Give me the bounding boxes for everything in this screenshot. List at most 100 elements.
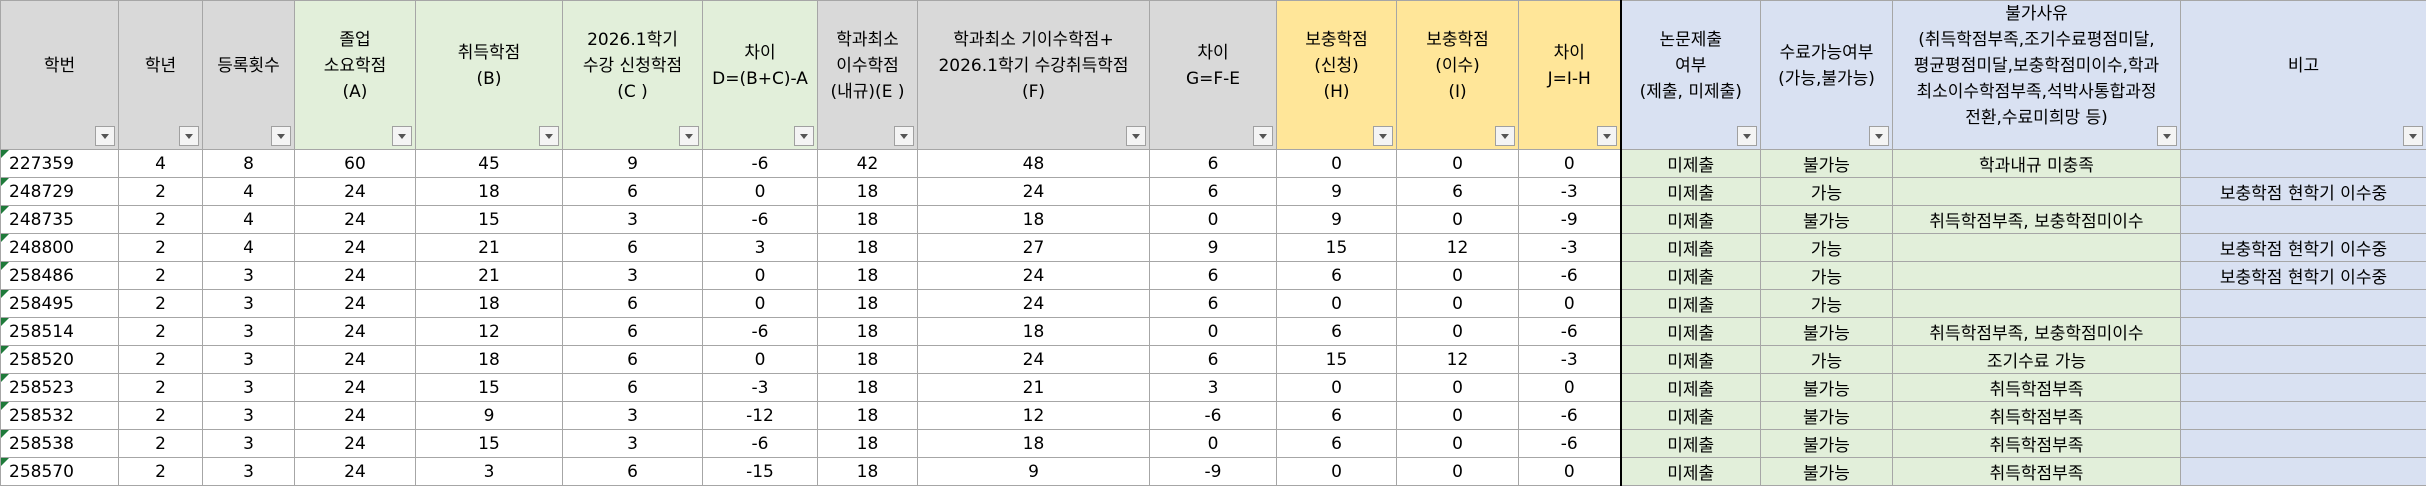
filter-dropdown-icon[interactable]: [1737, 126, 1757, 146]
cell-registration-count[interactable]: 3: [202, 345, 295, 374]
cell-thesis-submitted[interactable]: 미제출: [1619, 373, 1761, 402]
cell-diff-j[interactable]: 0: [1518, 149, 1621, 178]
filter-dropdown-icon[interactable]: [179, 126, 199, 146]
cell-thesis-submitted[interactable]: 미제출: [1619, 317, 1761, 346]
cell-thesis-submitted[interactable]: 미제출: [1619, 261, 1761, 290]
cell-diff-g[interactable]: -6: [1149, 401, 1277, 430]
cell-required-credits[interactable]: 24: [294, 177, 416, 206]
cell-ineligible-reason[interactable]: [1892, 289, 2181, 318]
filter-dropdown-icon[interactable]: [1495, 126, 1515, 146]
cell-supplement-completed[interactable]: 0: [1396, 401, 1519, 430]
cell-diff-d[interactable]: -15: [702, 457, 818, 486]
cell-required-credits[interactable]: 24: [294, 457, 416, 486]
cell-enrolled-credits[interactable]: 3: [562, 429, 703, 458]
cell-year[interactable]: 2: [118, 261, 203, 290]
cell-diff-d[interactable]: 3: [702, 233, 818, 262]
cell-required-credits[interactable]: 24: [294, 373, 416, 402]
cell-ineligible-reason[interactable]: 조기수료 가능: [1892, 345, 2181, 374]
cell-diff-g[interactable]: 9: [1149, 233, 1277, 262]
cell-dept-earned-credits[interactable]: 21: [917, 373, 1150, 402]
cell-remarks[interactable]: [2180, 345, 2426, 374]
filter-dropdown-icon[interactable]: [1126, 126, 1146, 146]
cell-dept-min-credits[interactable]: 18: [817, 177, 918, 206]
cell-diff-d[interactable]: -6: [702, 205, 818, 234]
cell-enrolled-credits[interactable]: 6: [562, 373, 703, 402]
cell-diff-g[interactable]: 0: [1149, 317, 1277, 346]
cell-thesis-submitted[interactable]: 미제출: [1619, 177, 1761, 206]
cell-year[interactable]: 2: [118, 177, 203, 206]
cell-diff-j[interactable]: 0: [1518, 373, 1621, 402]
cell-thesis-submitted[interactable]: 미제출: [1619, 233, 1761, 262]
filter-dropdown-icon[interactable]: [794, 126, 814, 146]
header-remarks[interactable]: 비고: [2180, 0, 2426, 150]
cell-completion-eligible[interactable]: 불가능: [1760, 373, 1893, 402]
cell-diff-j[interactable]: -6: [1518, 317, 1621, 346]
cell-dept-min-credits[interactable]: 18: [817, 261, 918, 290]
cell-supplement-applied[interactable]: 6: [1276, 429, 1397, 458]
cell-diff-d[interactable]: 0: [702, 261, 818, 290]
cell-thesis-submitted[interactable]: 미제출: [1619, 457, 1761, 486]
cell-thesis-submitted[interactable]: 미제출: [1619, 429, 1761, 458]
cell-registration-count[interactable]: 8: [202, 149, 295, 178]
cell-registration-count[interactable]: 3: [202, 457, 295, 486]
header-registration-count[interactable]: 등록횟수: [202, 0, 295, 150]
filter-dropdown-icon[interactable]: [271, 126, 291, 146]
cell-diff-g[interactable]: 6: [1149, 345, 1277, 374]
header-required-credits[interactable]: 졸업 소요학점 (A): [294, 0, 416, 150]
cell-thesis-submitted[interactable]: 미제출: [1619, 205, 1761, 234]
cell-diff-j[interactable]: -3: [1518, 233, 1621, 262]
cell-dept-earned-credits[interactable]: 27: [917, 233, 1150, 262]
cell-enrolled-credits[interactable]: 6: [562, 177, 703, 206]
cell-supplement-applied[interactable]: 6: [1276, 261, 1397, 290]
filter-dropdown-icon[interactable]: [539, 126, 559, 146]
cell-diff-g[interactable]: 6: [1149, 149, 1277, 178]
cell-diff-g[interactable]: 0: [1149, 205, 1277, 234]
cell-registration-count[interactable]: 3: [202, 289, 295, 318]
cell-completion-eligible[interactable]: 가능: [1760, 345, 1893, 374]
cell-dept-min-credits[interactable]: 18: [817, 373, 918, 402]
cell-diff-g[interactable]: 6: [1149, 261, 1277, 290]
cell-supplement-completed[interactable]: 0: [1396, 373, 1519, 402]
cell-completion-eligible[interactable]: 불가능: [1760, 429, 1893, 458]
cell-supplement-completed[interactable]: 12: [1396, 345, 1519, 374]
cell-completion-eligible[interactable]: 불가능: [1760, 457, 1893, 486]
header-dept-min-credits[interactable]: 학과최소 이수학점 (내규)(E ): [817, 0, 918, 150]
cell-thesis-submitted[interactable]: 미제출: [1619, 289, 1761, 318]
cell-thesis-submitted[interactable]: 미제출: [1619, 401, 1761, 430]
header-earned-credits[interactable]: 취득학점 (B): [415, 0, 563, 150]
filter-dropdown-icon[interactable]: [2403, 126, 2423, 146]
cell-diff-g[interactable]: 6: [1149, 177, 1277, 206]
cell-diff-d[interactable]: 0: [702, 177, 818, 206]
cell-earned-credits[interactable]: 45: [415, 149, 563, 178]
cell-earned-credits[interactable]: 18: [415, 345, 563, 374]
cell-remarks[interactable]: [2180, 401, 2426, 430]
filter-dropdown-icon[interactable]: [894, 126, 914, 146]
header-ineligible-reason[interactable]: 불가사유 (취득학점부족,조기수료평점미달, 평균평점미달,보충학점미이수,학과 최소…: [1892, 0, 2181, 150]
cell-supplement-applied[interactable]: 15: [1276, 233, 1397, 262]
cell-diff-j[interactable]: 0: [1518, 457, 1621, 486]
cell-year[interactable]: 4: [118, 149, 203, 178]
cell-ineligible-reason[interactable]: [1892, 233, 2181, 262]
cell-supplement-completed[interactable]: 6: [1396, 177, 1519, 206]
cell-remarks[interactable]: [2180, 289, 2426, 318]
cell-dept-earned-credits[interactable]: 12: [917, 401, 1150, 430]
cell-earned-credits[interactable]: 9: [415, 401, 563, 430]
cell-student-id[interactable]: 248735: [0, 205, 119, 234]
cell-year[interactable]: 2: [118, 233, 203, 262]
cell-student-id[interactable]: 248800: [0, 233, 119, 262]
header-completion-eligible[interactable]: 수료가능여부 (가능,불가능): [1760, 0, 1893, 150]
cell-completion-eligible[interactable]: 가능: [1760, 289, 1893, 318]
filter-dropdown-icon[interactable]: [679, 126, 699, 146]
cell-supplement-applied[interactable]: 15: [1276, 345, 1397, 374]
cell-dept-earned-credits[interactable]: 24: [917, 177, 1150, 206]
cell-student-id[interactable]: 227359: [0, 149, 119, 178]
cell-student-id[interactable]: 258538: [0, 429, 119, 458]
cell-required-credits[interactable]: 60: [294, 149, 416, 178]
cell-registration-count[interactable]: 4: [202, 233, 295, 262]
cell-required-credits[interactable]: 24: [294, 233, 416, 262]
cell-required-credits[interactable]: 24: [294, 261, 416, 290]
cell-diff-d[interactable]: -6: [702, 317, 818, 346]
cell-diff-g[interactable]: 6: [1149, 289, 1277, 318]
cell-enrolled-credits[interactable]: 6: [562, 457, 703, 486]
cell-supplement-completed[interactable]: 0: [1396, 317, 1519, 346]
